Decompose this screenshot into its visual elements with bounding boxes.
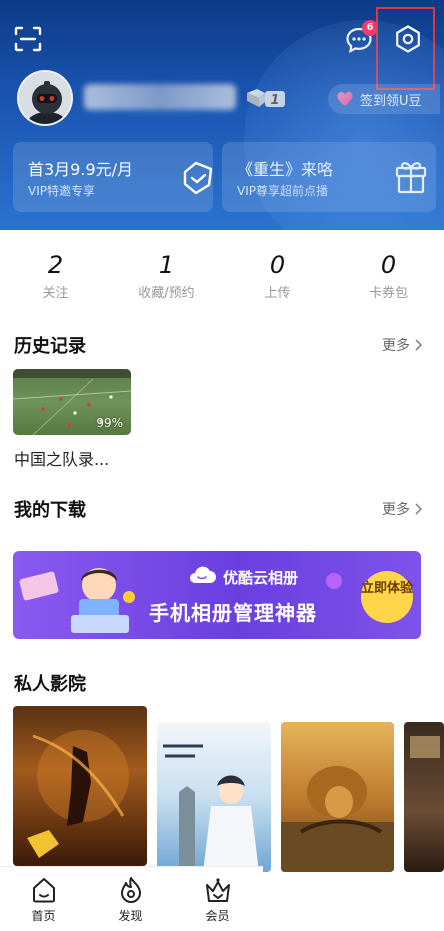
gift-icon (395, 162, 427, 194)
username-blurred (84, 84, 236, 110)
movie-poster-card[interactable] (281, 722, 394, 872)
banner-illustration (19, 568, 135, 633)
avatar[interactable] (17, 70, 73, 126)
movie-poster-image (27, 730, 129, 858)
message-badge: 6 (362, 20, 378, 36)
message-icon[interactable] (344, 25, 374, 55)
vip-offer-card[interactable]: 首3月9.9元/月 VIP特邀专享 (13, 142, 213, 212)
stat-uploads[interactable]: 0 上传 (222, 250, 333, 301)
movie-poster-image (281, 766, 394, 872)
downloads-section-title: 我的下载 (14, 500, 86, 521)
cloud-album-banner[interactable]: 优酷云相册 手机相册管理神器 立即体验 (13, 551, 421, 639)
robot-avatar-icon (19, 72, 71, 124)
history-video-thumbnail[interactable]: 99% (13, 369, 131, 435)
nav-vip[interactable]: 会员 (174, 867, 261, 931)
stat-favorites[interactable]: 1 收藏/预约 (111, 250, 222, 301)
stat-label: 卡券包 (368, 286, 408, 301)
watch-progress: 99% (96, 416, 123, 430)
stat-value: 0 (380, 251, 397, 279)
vip-offer-title: 首3月9.9元/月 (28, 160, 134, 179)
cinema-section-title: 私人影院 (14, 674, 86, 695)
downloads-more-link[interactable]: 更多 (382, 499, 422, 519)
history-video-title[interactable]: 中国之队录... (14, 446, 109, 470)
bottom-navigation: 首页 发现 会员 (0, 866, 263, 931)
stat-label: 关注 (42, 286, 69, 301)
banner-slogan: 手机相册管理神器 (149, 601, 317, 625)
settings-highlight-box (376, 7, 435, 90)
stat-label: 收藏/预约 (138, 286, 195, 301)
movie-poster-image (163, 744, 259, 872)
history-section-title: 历史记录 (14, 336, 86, 357)
more-label: 更多 (382, 502, 410, 518)
movie-poster-card[interactable] (13, 706, 147, 866)
stat-coupons[interactable]: 0 卡券包 (333, 250, 444, 301)
home-icon (32, 878, 55, 903)
history-more-link[interactable]: 更多 (382, 335, 422, 355)
scan-icon[interactable] (14, 26, 42, 52)
vip-preview-subtitle: VIP尊享超前点播 (237, 184, 328, 198)
level-badge: 1 (247, 89, 285, 108)
more-label: 更多 (382, 338, 410, 354)
cloud-icon (190, 566, 216, 583)
stat-value: 2 (47, 251, 64, 279)
banner-cta-button[interactable]: 立即体验 (361, 571, 413, 623)
signin-button[interactable]: 签到领U豆 (328, 84, 440, 114)
chevron-right-icon (415, 503, 422, 515)
profile-header: 6 1 签到领U豆 首3月9.9元/月 VIP特邀专享 《重生》来咯 VIP尊享… (0, 0, 444, 230)
stat-value: 1 (158, 251, 175, 279)
heart-icon (337, 92, 353, 106)
nav-discover[interactable]: 发现 (87, 867, 174, 931)
nav-label: 首页 (31, 909, 56, 923)
svg-text:1: 1 (270, 93, 279, 108)
movie-poster-card[interactable] (404, 722, 444, 872)
stat-value: 0 (269, 251, 286, 279)
stat-follow[interactable]: 2 关注 (0, 250, 111, 301)
chevron-right-icon (415, 339, 422, 351)
balloon-icon (326, 573, 342, 589)
banner-brand: 优酷云相册 (223, 569, 299, 587)
diamond-tag-icon (183, 161, 213, 195)
nav-home[interactable]: 首页 (0, 867, 87, 931)
nav-label: 发现 (118, 909, 143, 923)
vip-preview-card[interactable]: 《重生》来咯 VIP尊享超前点播 (222, 142, 436, 212)
nav-label: 会员 (205, 909, 230, 923)
vip-preview-title: 《重生》来咯 (237, 160, 334, 179)
discover-icon (120, 877, 141, 903)
crown-icon (205, 878, 230, 902)
signin-label: 签到领U豆 (360, 93, 422, 109)
movie-poster-image (410, 736, 440, 758)
vip-offer-subtitle: VIP特邀专享 (28, 184, 95, 198)
movie-poster-card[interactable] (157, 722, 271, 872)
stat-label: 上传 (264, 286, 291, 301)
stats-row: 2 关注 1 收藏/预约 0 上传 0 卡券包 (0, 250, 444, 301)
